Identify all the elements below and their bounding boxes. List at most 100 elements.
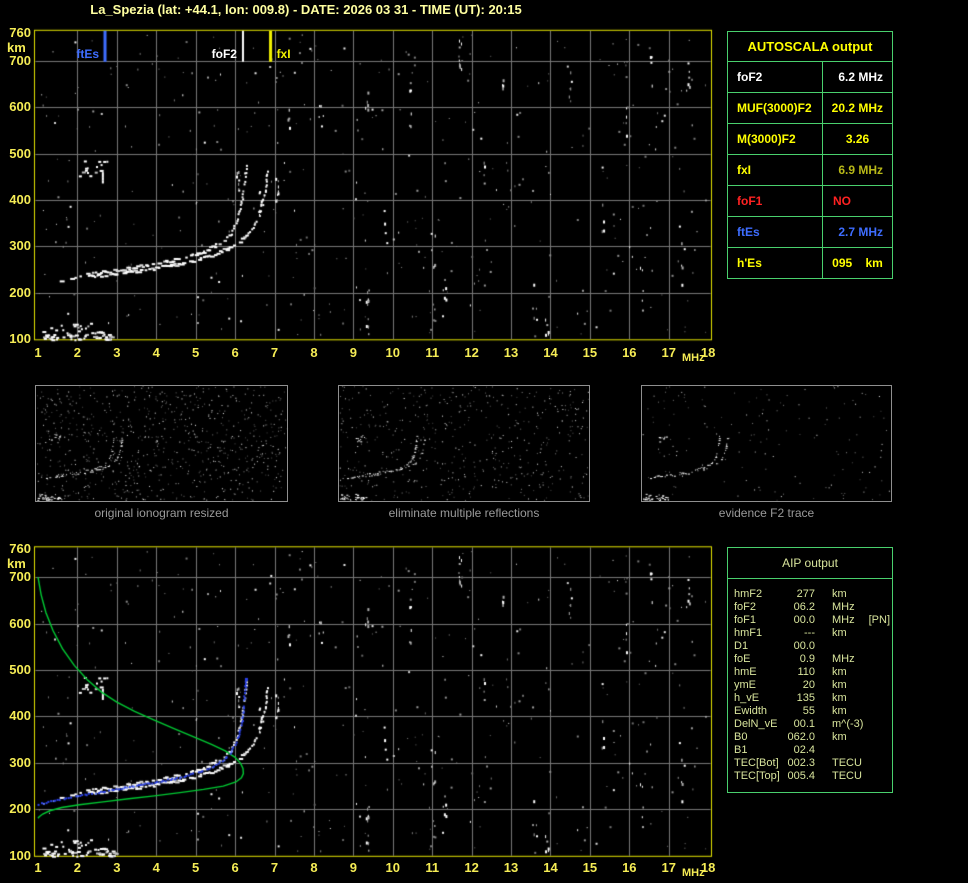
aip-parameter-name: foF2 [734,601,757,613]
y-axis-tick: 700 [9,52,31,68]
x-axis-tick: 7 [270,860,279,875]
autoscala-parameter-name: foF1 [728,186,823,216]
marker-label-fxi: fxI [276,47,291,61]
y-axis-tick: 500 [9,662,31,678]
autoscala-row-muf3000f2: MUF(3000)F2 20.2 MHz [728,93,892,124]
aip-parameter-value: 55 [802,705,815,717]
aip-parameter-name: DelN_vE [734,718,778,730]
aip-parameter-name: hmF2 [734,588,763,600]
x-axis-tick: 16 [622,860,637,875]
x-axis-tick: 9 [349,345,357,360]
aip-parameter-note: [PN] [868,614,891,626]
x-axis-tick: 2 [73,860,82,875]
aip-parameter-unit: MHz [832,614,855,626]
aip-parameter-name: hmE [734,666,757,678]
x-axis-tick: 15 [582,860,598,875]
aip-parameter-value: 0.9 [799,653,815,665]
aip-row-foe: foE 0.9 MHz [728,653,892,666]
aip-parameter-name: Ewidth [734,705,768,717]
x-axis-tick: 11 [425,860,440,875]
aip-parameter-unit: km [832,731,847,743]
autoscala-parameter-name: h'Es [728,248,823,278]
y-axis-tick: 100 [9,331,31,347]
thumbnail-caption-f2trace: evidence F2 trace [718,506,815,520]
autoscala-row-ftes: ftEs 2.7 MHz [728,217,892,248]
autoscala-parameter-name: M(3000)F2 [728,124,823,154]
aip-parameter-unit: km [832,588,847,600]
x-axis-tick: 5 [192,860,200,875]
aip-parameter-value: 002.3 [787,757,815,769]
y-axis-tick: 400 [9,708,31,724]
x-axis-tick: 3 [113,860,121,875]
y-axis-tick: 200 [9,801,31,817]
autoscala-row-fxi: fxI 6.9 MHz [728,155,892,186]
aip-parameter-unit: MHz [832,653,855,665]
aip-parameter-unit: MHz [832,601,855,613]
y-axis-unit: km [7,39,26,55]
x-axis-tick: 13 [503,860,519,875]
station-date-time-header: La_Spezia (lat: +44.1, lon: 009.8) - DAT… [90,2,522,17]
aip-row-b0: B0 062.0 km [728,731,892,744]
aip-parameter-unit: m^(-3) [832,718,864,730]
autoscala-row-fof2: foF2 6.2 MHz [728,62,892,93]
aip-parameter-value: 00.0 [793,614,815,626]
aip-row-tecbot: TEC[Bot] 002.3 TECU [728,757,892,770]
thumbnail-original-ionogram [35,385,288,502]
autoscala-parameter-name: foF2 [728,62,823,92]
autoscala-row-m3000f2: M(3000)F2 3.26 [728,124,892,155]
aip-parameter-name: h_vE [734,692,760,704]
aip-row-fof2: foF2 06.2 MHz [728,601,892,614]
y-axis-tick: 760 [9,24,31,40]
x-axis-tick: 9 [349,860,357,875]
aip-parameter-unit: TECU [832,770,862,782]
y-axis-tick: 700 [9,569,31,585]
aip-parameter-unit: km [832,692,847,704]
x-axis-tick: 10 [385,860,400,875]
aip-row-hve: h_vE 135 km [728,692,892,705]
aip-table-body: hmF2 277 km foF2 06.2 MHz foF1 00.0 MHz [PN] hmF1 -… [728,579,892,792]
autoscala-row-fof1: foF1 NO [728,186,892,217]
x-axis-tick: 17 [661,345,676,360]
x-axis-tick: 14 [543,860,558,875]
aip-parameter-value: 06.2 [793,601,815,613]
x-axis-tick: 4 [152,860,160,875]
aip-row-delnve: DelN_vE 00.1 m^(-3) [728,718,892,731]
x-axis-tick: 17 [661,860,676,875]
thumbnail-caption-reflections: eliminate multiple reflections [388,506,540,520]
autoscala-parameter-value: 2.7 MHz [838,225,883,239]
thumbnail-evidence-f2-trace [641,385,892,502]
y-axis-tick: 200 [9,284,31,300]
marker-label-fof2: foF2 [211,47,237,61]
x-axis-tick: 4 [152,345,160,360]
aip-parameter-name: ymE [734,679,756,691]
aip-parameter-value: 20 [802,679,815,691]
x-axis-unit: MHz [682,352,705,364]
autoscala-parameter-value: 3.26 [845,132,870,146]
x-axis-tick: 1 [34,345,42,360]
x-axis-tick: 6 [231,345,239,360]
autoscala-parameter-name: ftEs [728,217,823,247]
aip-parameter-name: foF1 [734,614,757,626]
autoscala-parameter-value: 095 km [832,256,883,270]
x-axis-tick: 12 [464,860,479,875]
aip-row-b1: B1 02.4 [728,744,892,757]
aip-row-hmf2: hmF2 277 km [728,588,892,601]
aip-parameter-name: TEC[Bot] [734,757,779,769]
x-axis-tick: 6 [231,860,239,875]
autoscala-row-hes: h'Es 095 km [728,248,892,278]
aip-parameter-value: 062.0 [787,731,815,743]
aip-parameter-name: TEC[Top] [734,770,780,782]
x-axis-tick: 3 [113,345,121,360]
aip-parameter-name: foE [734,653,751,665]
y-axis-tick: 600 [9,99,31,115]
aip-parameter-value: 00.0 [793,640,815,652]
autoscala-parameter-value: 6.2 MHz [838,70,883,84]
aip-parameter-unit: km [832,705,847,717]
x-axis-tick: 16 [622,345,637,360]
y-axis-tick: 760 [9,541,31,557]
x-axis-tick: 13 [503,345,519,360]
aip-parameter-name: D1 [734,640,749,652]
aip-parameter-unit: TECU [832,757,862,769]
y-axis-tick: 500 [9,145,31,161]
aip-parameter-unit [815,744,832,757]
